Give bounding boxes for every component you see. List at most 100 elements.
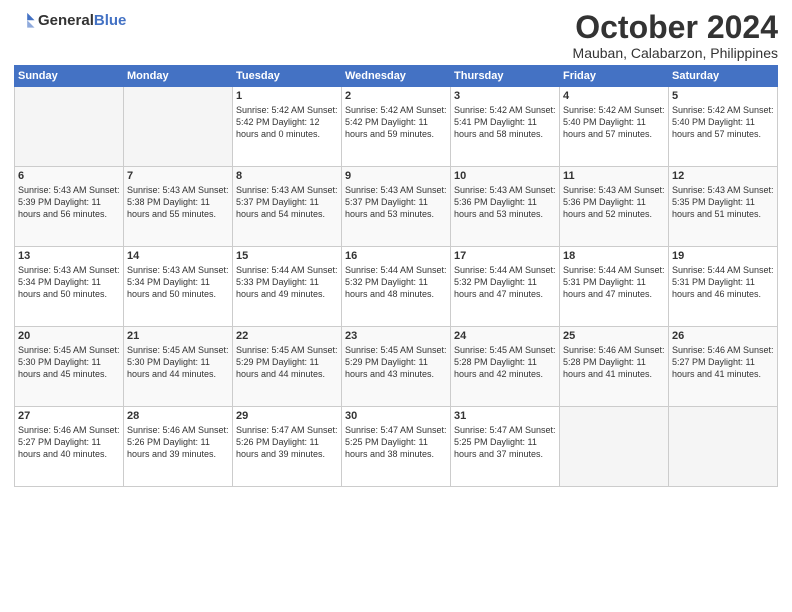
day-number: 18 [563,250,665,262]
logo-icon [14,10,36,32]
day-info: Sunrise: 5:43 AM Sunset: 5:39 PM Dayligh… [18,184,120,220]
calendar-cell: 23 Sunrise: 5:45 AM Sunset: 5:29 PM Dayli… [342,327,451,407]
day-info: Sunrise: 5:43 AM Sunset: 5:38 PM Dayligh… [127,184,229,220]
day-info: Sunrise: 5:45 AM Sunset: 5:29 PM Dayligh… [345,344,447,380]
day-info: Sunrise: 5:43 AM Sunset: 5:34 PM Dayligh… [127,264,229,300]
day-number: 3 [454,90,556,102]
calendar-cell: 11Sunrise: 5:43 AM Sunset: 5:36 PM Dayli… [560,167,669,247]
day-number: 5 [672,90,774,102]
calendar-cell: 2 Sunrise: 5:42 AM Sunset: 5:42 PM Daylig… [342,87,451,167]
title-block: October 2024 Mauban, Calabarzon, Philipp… [573,10,778,61]
day-info: Sunrise: 5:42 AM Sunset: 5:42 PM Dayligh… [345,104,447,140]
day-number: 13 [18,250,120,262]
calendar-cell: 29 Sunrise: 5:47 AM Sunset: 5:26 PM Dayli… [233,407,342,487]
col-tuesday: Tuesday [233,66,342,87]
calendar-cell: 6Sunrise: 5:43 AM Sunset: 5:39 PM Daylig… [15,167,124,247]
calendar-cell: 15Sunrise: 5:44 AM Sunset: 5:33 PM Dayli… [233,247,342,327]
calendar-cell [124,87,233,167]
calendar-cell: 14 Sunrise: 5:43 AM Sunset: 5:34 PM Dayli… [124,247,233,327]
calendar-cell: 18 Sunrise: 5:44 AM Sunset: 5:31 PM Dayli… [560,247,669,327]
day-number: 9 [345,170,447,182]
day-number: 4 [563,90,665,102]
col-monday: Monday [124,66,233,87]
calendar-cell: 20 Sunrise: 5:45 AM Sunset: 5:30 PM Dayli… [15,327,124,407]
day-info: Sunrise: 5:44 AM Sunset: 5:32 PM Dayligh… [345,264,447,300]
day-number: 24 [454,330,556,342]
calendar-cell [669,407,778,487]
day-info: Sunrise: 5:47 AM Sunset: 5:26 PM Dayligh… [236,424,338,460]
day-info: Sunrise: 5:43 AM Sunset: 5:36 PM Dayligh… [454,184,556,220]
day-info: Sunrise: 5:42 AM Sunset: 5:40 PM Dayligh… [563,104,665,140]
calendar-week-5: 27 Sunrise: 5:46 AM Sunset: 5:27 PM Dayli… [15,407,778,487]
day-info: Sunrise: 5:43 AM Sunset: 5:37 PM Dayligh… [345,184,447,220]
day-number: 14 [127,250,229,262]
day-info: Sunrise: 5:46 AM Sunset: 5:26 PM Dayligh… [127,424,229,460]
calendar-cell [15,87,124,167]
day-number: 8 [236,170,338,182]
month-title: October 2024 [573,10,778,45]
day-info: Sunrise: 5:47 AM Sunset: 5:25 PM Dayligh… [454,424,556,460]
day-number: 16 [345,250,447,262]
day-info: Sunrise: 5:43 AM Sunset: 5:36 PM Dayligh… [563,184,665,220]
day-number: 21 [127,330,229,342]
calendar-cell: 19Sunrise: 5:44 AM Sunset: 5:31 PM Dayli… [669,247,778,327]
day-info: Sunrise: 5:45 AM Sunset: 5:30 PM Dayligh… [18,344,120,380]
day-info: Sunrise: 5:45 AM Sunset: 5:30 PM Dayligh… [127,344,229,380]
day-number: 10 [454,170,556,182]
calendar-cell: 10 Sunrise: 5:43 AM Sunset: 5:36 PM Dayli… [451,167,560,247]
day-number: 25 [563,330,665,342]
col-thursday: Thursday [451,66,560,87]
calendar-week-2: 6Sunrise: 5:43 AM Sunset: 5:39 PM Daylig… [15,167,778,247]
day-info: Sunrise: 5:43 AM Sunset: 5:35 PM Dayligh… [672,184,774,220]
calendar-cell: 4 Sunrise: 5:42 AM Sunset: 5:40 PM Daylig… [560,87,669,167]
day-info: Sunrise: 5:45 AM Sunset: 5:29 PM Dayligh… [236,344,338,380]
logo: GeneralBlue [14,10,126,32]
day-info: Sunrise: 5:44 AM Sunset: 5:31 PM Dayligh… [563,264,665,300]
day-info: Sunrise: 5:46 AM Sunset: 5:28 PM Dayligh… [563,344,665,380]
calendar-cell: 16 Sunrise: 5:44 AM Sunset: 5:32 PM Dayli… [342,247,451,327]
day-number: 30 [345,410,447,422]
day-info: Sunrise: 5:42 AM Sunset: 5:42 PM Dayligh… [236,104,338,140]
calendar-cell: 27 Sunrise: 5:46 AM Sunset: 5:27 PM Dayli… [15,407,124,487]
day-info: Sunrise: 5:43 AM Sunset: 5:34 PM Dayligh… [18,264,120,300]
day-number: 2 [345,90,447,102]
calendar-cell: 25 Sunrise: 5:46 AM Sunset: 5:28 PM Dayli… [560,327,669,407]
calendar-header-row: Sunday Monday Tuesday Wednesday Thursday… [15,66,778,87]
day-number: 17 [454,250,556,262]
day-number: 29 [236,410,338,422]
col-wednesday: Wednesday [342,66,451,87]
calendar-cell: 13 Sunrise: 5:43 AM Sunset: 5:34 PM Dayli… [15,247,124,327]
calendar-week-4: 20 Sunrise: 5:45 AM Sunset: 5:30 PM Dayli… [15,327,778,407]
day-info: Sunrise: 5:45 AM Sunset: 5:28 PM Dayligh… [454,344,556,380]
day-number: 26 [672,330,774,342]
calendar-cell: 8Sunrise: 5:43 AM Sunset: 5:37 PM Daylig… [233,167,342,247]
day-info: Sunrise: 5:44 AM Sunset: 5:32 PM Dayligh… [454,264,556,300]
calendar-cell: 21 Sunrise: 5:45 AM Sunset: 5:30 PM Dayli… [124,327,233,407]
calendar-cell: 17 Sunrise: 5:44 AM Sunset: 5:32 PM Dayli… [451,247,560,327]
calendar-cell: 30 Sunrise: 5:47 AM Sunset: 5:25 PM Dayli… [342,407,451,487]
calendar-cell: 24 Sunrise: 5:45 AM Sunset: 5:28 PM Dayli… [451,327,560,407]
calendar-cell: 1Sunrise: 5:42 AM Sunset: 5:42 PM Daylig… [233,87,342,167]
header: GeneralBlue October 2024 Mauban, Calabar… [14,10,778,61]
day-number: 12 [672,170,774,182]
calendar-week-1: 1Sunrise: 5:42 AM Sunset: 5:42 PM Daylig… [15,87,778,167]
calendar-cell: 28 Sunrise: 5:46 AM Sunset: 5:26 PM Dayli… [124,407,233,487]
day-number: 31 [454,410,556,422]
calendar-cell: 31 Sunrise: 5:47 AM Sunset: 5:25 PM Dayli… [451,407,560,487]
day-info: Sunrise: 5:44 AM Sunset: 5:31 PM Dayligh… [672,264,774,300]
logo-blue: Blue [94,12,127,29]
col-saturday: Saturday [669,66,778,87]
col-friday: Friday [560,66,669,87]
day-number: 27 [18,410,120,422]
calendar-cell [560,407,669,487]
day-number: 20 [18,330,120,342]
day-info: Sunrise: 5:47 AM Sunset: 5:25 PM Dayligh… [345,424,447,460]
col-sunday: Sunday [15,66,124,87]
calendar-cell: 9 Sunrise: 5:43 AM Sunset: 5:37 PM Daylig… [342,167,451,247]
day-info: Sunrise: 5:46 AM Sunset: 5:27 PM Dayligh… [672,344,774,380]
day-number: 23 [345,330,447,342]
day-number: 28 [127,410,229,422]
day-number: 7 [127,170,229,182]
day-info: Sunrise: 5:46 AM Sunset: 5:27 PM Dayligh… [18,424,120,460]
day-info: Sunrise: 5:42 AM Sunset: 5:41 PM Dayligh… [454,104,556,140]
